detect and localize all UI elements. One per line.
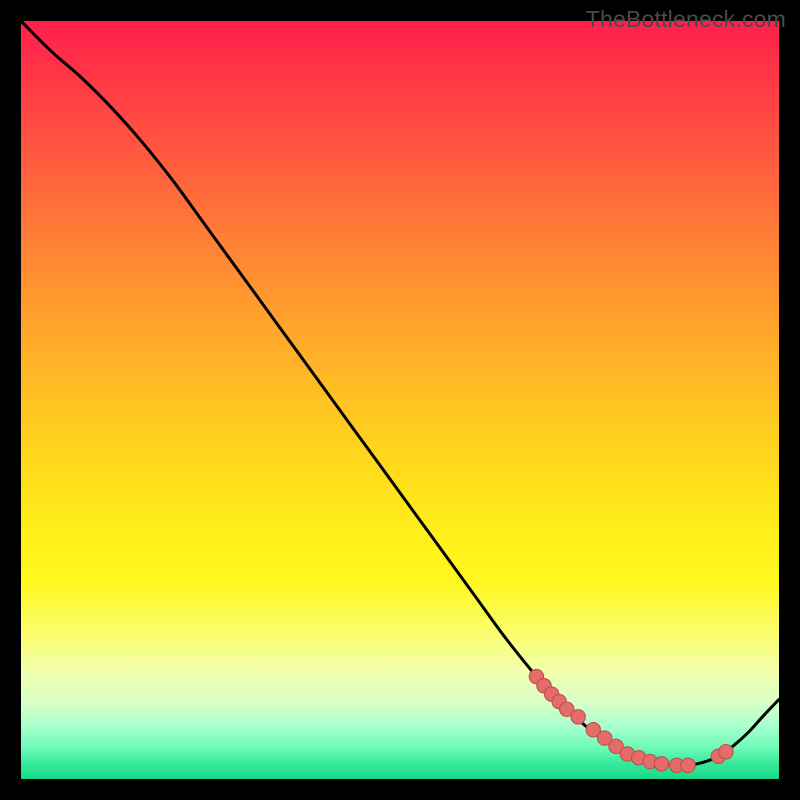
plot-frame	[14, 14, 786, 786]
watermark-label: TheBottleneck.com	[586, 6, 786, 33]
curve-layer	[21, 21, 779, 779]
highlight-dot	[571, 710, 585, 724]
highlight-dot	[719, 745, 733, 759]
highlight-dot	[681, 758, 695, 772]
chart-stage: TheBottleneck.com	[0, 0, 800, 800]
highlight-dots	[529, 669, 733, 772]
plot-area	[21, 21, 779, 779]
highlight-dot	[654, 757, 668, 771]
bottleneck-curve	[21, 21, 779, 766]
